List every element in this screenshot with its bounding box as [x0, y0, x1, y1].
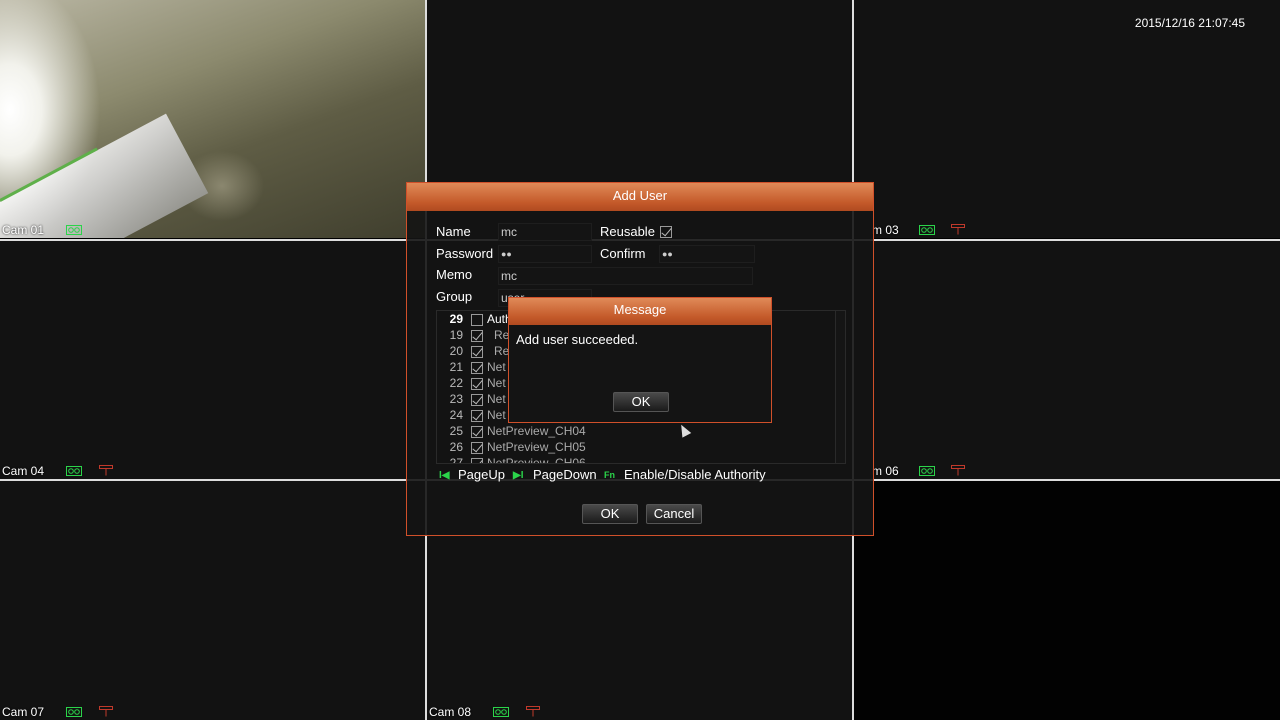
camera-label: Cam 04 — [2, 464, 45, 478]
page-down-icon: ▶I — [513, 470, 524, 481]
permission-number: 25 — [449, 424, 463, 438]
message-title: Message — [509, 298, 771, 325]
permission-scrollbar[interactable] — [835, 311, 845, 463]
name-input[interactable]: mc — [498, 223, 592, 241]
camera-label: m 06 — [872, 464, 899, 478]
camera-label: m 03 — [872, 223, 899, 237]
page-up-icon: I◀ — [439, 470, 450, 481]
camera-tile-4[interactable]: Cam 04 — [0, 241, 425, 479]
permission-checkbox[interactable] — [471, 426, 483, 438]
permission-name: NetPreview_CH04 — [487, 424, 586, 438]
record-icon — [919, 466, 935, 476]
permission-number: 26 — [449, 440, 463, 454]
permission-checkbox[interactable] — [471, 458, 483, 463]
name-label: Name — [436, 224, 471, 239]
reusable-checkbox[interactable] — [660, 226, 672, 238]
confirm-password-input[interactable]: ●● — [659, 245, 755, 263]
add-user-ok-button[interactable]: OK — [582, 504, 638, 524]
camera-tile-6[interactable]: m 06 — [854, 241, 1280, 479]
permission-number: 19 — [449, 328, 463, 342]
permission-name: NetPreview_CH06 — [487, 456, 586, 464]
permission-row[interactable]: 25 NetPreview_CH04 — [437, 424, 827, 440]
camera-tile-9[interactable] — [854, 481, 1280, 720]
camera-label: Cam 01 — [2, 223, 45, 237]
permission-checkbox[interactable] — [471, 314, 483, 326]
permission-checkbox[interactable] — [471, 442, 483, 454]
permission-checkbox[interactable] — [471, 362, 483, 374]
permission-checkbox[interactable] — [471, 394, 483, 406]
message-ok-button[interactable]: OK — [613, 392, 669, 412]
camera-feed-image — [0, 0, 425, 238]
fn-icon: Fn — [604, 470, 615, 480]
record-icon — [919, 225, 935, 235]
permission-number: 21 — [449, 360, 463, 374]
enable-disable-authority-label[interactable]: Enable/Disable Authority — [624, 467, 766, 482]
message-text: Add user succeeded. — [516, 332, 639, 347]
record-icon — [66, 225, 82, 235]
password-input[interactable]: ●● — [498, 245, 592, 263]
permission-checkbox[interactable] — [471, 410, 483, 422]
permission-name: Net — [487, 392, 506, 406]
permission-checkbox[interactable] — [471, 346, 483, 358]
reusable-label: Reusable — [600, 224, 655, 239]
permission-row[interactable]: 26 NetPreview_CH05 — [437, 440, 827, 456]
record-icon — [66, 707, 82, 717]
permission-checkbox[interactable] — [471, 378, 483, 390]
permission-checkbox[interactable] — [471, 330, 483, 342]
permission-number: 20 — [449, 344, 463, 358]
record-icon — [493, 707, 509, 717]
camera-label: Cam 08 — [429, 705, 472, 719]
permission-number: 29 — [449, 312, 463, 326]
alarm-icon — [526, 706, 540, 717]
camera-label: Cam 07 — [2, 705, 45, 719]
permission-row[interactable]: 27 NetPreview_CH06 — [437, 456, 827, 464]
add-user-cancel-button[interactable]: Cancel — [646, 504, 702, 524]
memo-input[interactable]: mc — [498, 267, 753, 285]
message-dialog: Message Add user succeeded. OK — [508, 297, 772, 423]
group-label: Group — [436, 289, 473, 304]
dialog-title: Add User — [407, 183, 873, 211]
page-up-label[interactable]: PageUp — [458, 467, 505, 482]
permission-name: Net — [487, 408, 506, 422]
permission-number: 24 — [449, 408, 463, 422]
camera-tile-3[interactable]: m 03 — [854, 0, 1280, 238]
confirm-label: Confirm — [600, 246, 646, 261]
system-clock: 2015/12/16 21:07:45 — [1134, 16, 1245, 30]
permission-name: Net — [487, 360, 506, 374]
camera-tile-1[interactable]: Cam 01 — [0, 0, 425, 238]
memo-label: Memo — [436, 267, 473, 282]
permission-name: Net — [487, 376, 506, 390]
permission-number: 27 — [449, 456, 463, 464]
permission-number: 23 — [449, 392, 463, 406]
record-icon — [66, 466, 82, 476]
camera-tile-7[interactable]: Cam 07 — [0, 481, 425, 720]
alarm-icon — [951, 224, 965, 235]
permission-number: 22 — [449, 376, 463, 390]
page-down-label[interactable]: PageDown — [533, 467, 597, 482]
permission-name: NetPreview_CH05 — [487, 440, 586, 454]
alarm-icon — [99, 465, 113, 476]
alarm-icon — [99, 706, 113, 717]
password-label: Password — [436, 246, 494, 261]
alarm-icon — [951, 465, 965, 476]
